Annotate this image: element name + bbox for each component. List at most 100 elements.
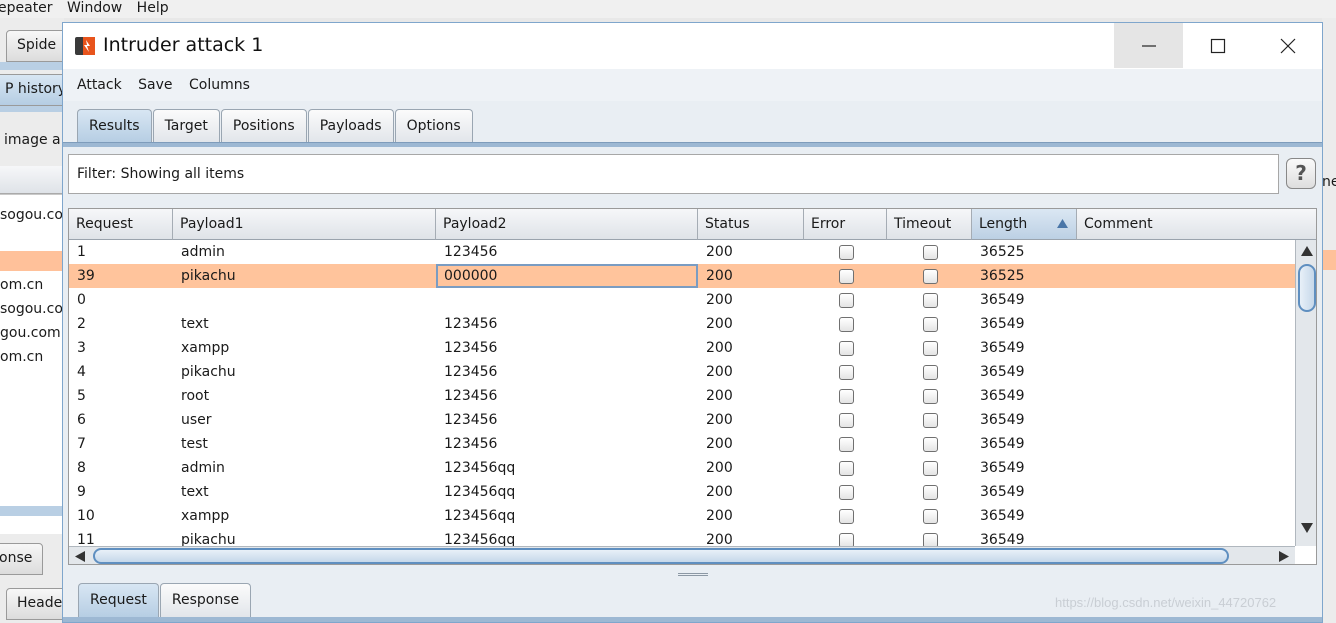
error-checkbox[interactable] — [839, 269, 854, 284]
error-checkbox[interactable] — [839, 485, 854, 500]
timeout-checkbox[interactable] — [923, 485, 938, 500]
cell-comment[interactable] — [1077, 432, 1295, 456]
timeout-checkbox[interactable] — [923, 437, 938, 452]
tab-positions[interactable]: Positions — [220, 109, 307, 143]
bg-menu-repeater[interactable]: epeater — [0, 0, 53, 16]
error-checkbox[interactable] — [839, 533, 854, 546]
vertical-scroll-thumb[interactable] — [1298, 264, 1316, 312]
error-checkbox[interactable] — [839, 341, 854, 356]
scroll-left-arrow-icon[interactable] — [75, 551, 85, 562]
table-row[interactable]: 4 pikachu 123456 200 36549 — [69, 360, 1295, 384]
bg-menu-help[interactable]: Help — [137, 0, 169, 16]
title-bar[interactable]: Intruder attack 1 — [63, 23, 1322, 69]
column-header-status[interactable]: Status — [698, 209, 804, 240]
error-checkbox[interactable] — [839, 437, 854, 452]
tab-target[interactable]: Target — [152, 109, 220, 143]
tab-response[interactable]: Response — [159, 583, 252, 618]
error-checkbox[interactable] — [839, 245, 854, 260]
table-row[interactable]: 8 admin 123456qq 200 36549 — [69, 456, 1295, 480]
timeout-checkbox[interactable] — [923, 509, 938, 524]
cell-comment[interactable] — [1077, 384, 1295, 408]
horizontal-scroll-thumb[interactable] — [93, 548, 1229, 564]
table-row-selected[interactable]: 39 pikachu 000000 200 36525 — [69, 264, 1295, 288]
error-checkbox[interactable] — [839, 461, 854, 476]
tab-payloads[interactable]: Payloads — [307, 109, 394, 143]
table-row[interactable]: 0 200 36549 — [69, 288, 1295, 312]
cell-comment[interactable] — [1077, 408, 1295, 432]
bg-tab-http-history[interactable]: P history — [0, 74, 64, 106]
cell-comment[interactable] — [1077, 480, 1295, 504]
column-header-timeout[interactable]: Timeout — [887, 209, 972, 240]
timeout-checkbox[interactable] — [923, 317, 938, 332]
help-button[interactable]: ? — [1286, 158, 1316, 189]
cell-comment[interactable] — [1077, 456, 1295, 480]
timeout-checkbox[interactable] — [923, 461, 938, 476]
error-checkbox[interactable] — [839, 389, 854, 404]
column-header-length[interactable]: Length — [972, 209, 1077, 240]
table-row[interactable]: 10 xampp 123456qq 200 36549 — [69, 504, 1295, 528]
menu-columns[interactable]: Columns — [189, 77, 250, 93]
bg-list-item[interactable]: sogou.co — [0, 301, 63, 317]
pane-splitter[interactable] — [63, 572, 1322, 578]
scroll-up-arrow-icon[interactable] — [1301, 246, 1313, 256]
menu-save[interactable]: Save — [138, 77, 172, 93]
error-checkbox[interactable] — [839, 365, 854, 380]
horizontal-scrollbar[interactable] — [69, 546, 1295, 564]
table-row[interactable]: 9 text 123456qq 200 36549 — [69, 480, 1295, 504]
timeout-checkbox[interactable] — [923, 245, 938, 260]
cell-length: 36525 — [980, 268, 1025, 284]
splitter-grip-icon[interactable] — [678, 573, 708, 576]
tab-options[interactable]: Options — [394, 109, 473, 143]
timeout-checkbox[interactable] — [923, 533, 938, 546]
timeout-checkbox[interactable] — [923, 413, 938, 428]
close-button[interactable] — [1253, 23, 1322, 68]
error-checkbox[interactable] — [839, 413, 854, 428]
error-checkbox[interactable] — [839, 293, 854, 308]
bg-list-item[interactable]: om.cn — [0, 349, 43, 365]
table-row[interactable]: 1 admin 123456 200 36525 — [69, 240, 1295, 264]
timeout-checkbox[interactable] — [923, 365, 938, 380]
timeout-checkbox[interactable] — [923, 293, 938, 308]
tab-results[interactable]: Results — [77, 109, 152, 143]
cell-comment[interactable] — [1077, 360, 1295, 384]
cell-comment[interactable] — [1077, 528, 1295, 546]
bg-menu-window[interactable]: Window — [67, 0, 122, 16]
table-row[interactable]: 11 pikachu 123456qq 200 36549 — [69, 528, 1295, 546]
cell-comment[interactable] — [1077, 288, 1295, 312]
bg-list-item[interactable]: sogou.co — [0, 207, 63, 223]
column-header-error[interactable]: Error — [804, 209, 887, 240]
tab-request[interactable]: Request — [78, 583, 159, 618]
bg-tab-spider[interactable]: Spide — [6, 30, 64, 62]
column-header-comment[interactable]: Comment — [1077, 209, 1295, 240]
bg-tab-headers[interactable]: Heade — [6, 588, 64, 620]
table-row[interactable]: 3 xampp 123456 200 36549 — [69, 336, 1295, 360]
menu-attack[interactable]: Attack — [77, 77, 122, 93]
table-row[interactable]: 5 root 123456 200 36549 — [69, 384, 1295, 408]
filter-bar[interactable]: Filter: Showing all items — [68, 154, 1279, 194]
cell-comment[interactable] — [1077, 240, 1295, 264]
cell-comment[interactable] — [1077, 504, 1295, 528]
cell-comment[interactable] — [1077, 336, 1295, 360]
cell-comment[interactable] — [1077, 312, 1295, 336]
column-header-payload1[interactable]: Payload1 — [173, 209, 436, 240]
cell-payload2-focused[interactable]: 000000 — [436, 264, 698, 288]
column-header-request[interactable]: Request — [69, 209, 173, 240]
maximize-button[interactable] — [1183, 23, 1252, 68]
error-checkbox[interactable] — [839, 317, 854, 332]
scroll-right-arrow-icon[interactable] — [1279, 551, 1289, 562]
timeout-checkbox[interactable] — [923, 269, 938, 284]
minimize-button[interactable] — [1114, 23, 1183, 68]
table-row[interactable]: 7 test 123456 200 36549 — [69, 432, 1295, 456]
scroll-down-arrow-icon[interactable] — [1301, 523, 1313, 533]
bg-list-item[interactable]: om.cn — [0, 277, 43, 293]
vertical-scrollbar[interactable] — [1295, 240, 1316, 546]
timeout-checkbox[interactable] — [923, 341, 938, 356]
timeout-checkbox[interactable] — [923, 389, 938, 404]
table-row[interactable]: 6 user 123456 200 36549 — [69, 408, 1295, 432]
cell-comment[interactable] — [1077, 264, 1295, 288]
bg-tab-response[interactable]: onse — [0, 543, 44, 575]
column-header-payload2[interactable]: Payload2 — [436, 209, 698, 240]
bg-list-item[interactable]: gou.com — [0, 325, 61, 341]
error-checkbox[interactable] — [839, 509, 854, 524]
table-row[interactable]: 2 text 123456 200 36549 — [69, 312, 1295, 336]
